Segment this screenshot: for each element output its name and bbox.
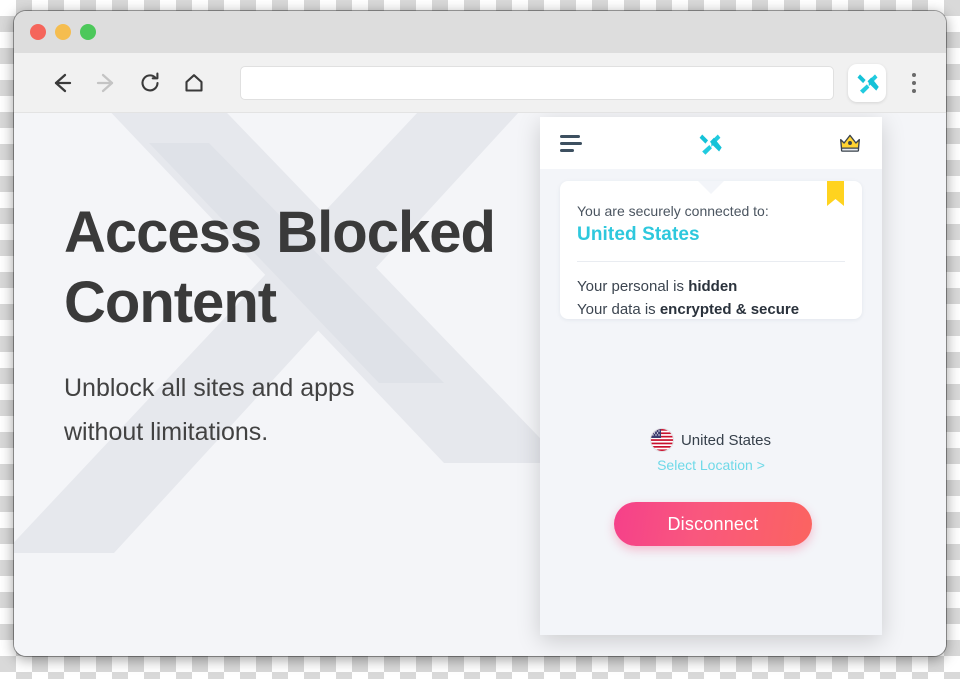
x-vpn-logo-icon [699,134,722,155]
crown-icon[interactable] [838,132,862,154]
close-window-button[interactable] [30,24,46,40]
kebab-dot [912,88,916,93]
forward-button[interactable] [84,61,128,105]
vpn-extension-button[interactable] [848,63,886,102]
kebab-dot [912,72,916,77]
back-button[interactable] [40,61,84,105]
browser-toolbar [14,53,946,113]
minimize-window-button[interactable] [55,24,71,40]
reload-icon [141,72,159,91]
arrow-right-icon [96,73,114,92]
hero-section: Access Blocked Content Unblock all sites… [64,198,584,455]
page-subtitle-line-1: Unblock all sites and apps [64,374,355,403]
window-titlebar [14,11,946,53]
page-subtitle-line-2: without limitations. [64,417,269,446]
connection-status-card: You are securely connected to: United St… [560,181,862,319]
page-subtitle: Unblock all sites and apps without limit… [64,367,584,455]
privacy-fact-data-prefix: Your data is [577,301,660,319]
connected-country: United States [577,224,700,245]
hamburger-line [560,148,574,152]
current-location-name: United States [680,431,772,449]
address-bar-input[interactable] [240,65,834,100]
hamburger-line [560,141,582,145]
kebab-dot [912,80,916,85]
popup-header [540,117,882,169]
privacy-fact-data: Your data is encrypted & secure [577,298,845,319]
page-title: Access Blocked Content [64,200,496,335]
us-flag-icon [650,429,673,451]
home-icon [185,73,203,92]
connection-status-label: You are securely connected to: [577,203,769,219]
browser-menu-button[interactable] [894,61,934,105]
disconnect-button[interactable]: Disconnect [614,502,812,546]
card-divider [577,261,845,262]
x-vpn-extension-icon [857,74,879,94]
current-location-row[interactable]: United States [540,429,882,451]
web-page-content: Access Blocked Content Unblock all sites… [14,113,946,656]
maximize-window-button[interactable] [80,24,96,40]
privacy-fact-personal-value: hidden [688,278,738,295]
card-notch [698,181,724,194]
vpn-extension-popup: You are securely connected to: United St… [540,117,882,635]
arrow-left-icon [54,73,72,92]
privacy-fact-data-value: encrypted & secure [659,301,800,319]
privacy-fact-personal-prefix: Your personal is [577,278,689,295]
hamburger-line [560,134,580,138]
hamburger-menu-icon[interactable] [560,134,582,152]
browser-window: Access Blocked Content Unblock all sites… [14,11,946,656]
privacy-fact-personal: Your personal is hidden [577,275,845,298]
select-location-link[interactable]: Select Location > [540,457,882,473]
reload-button[interactable] [128,61,172,105]
home-button[interactable] [172,61,216,105]
